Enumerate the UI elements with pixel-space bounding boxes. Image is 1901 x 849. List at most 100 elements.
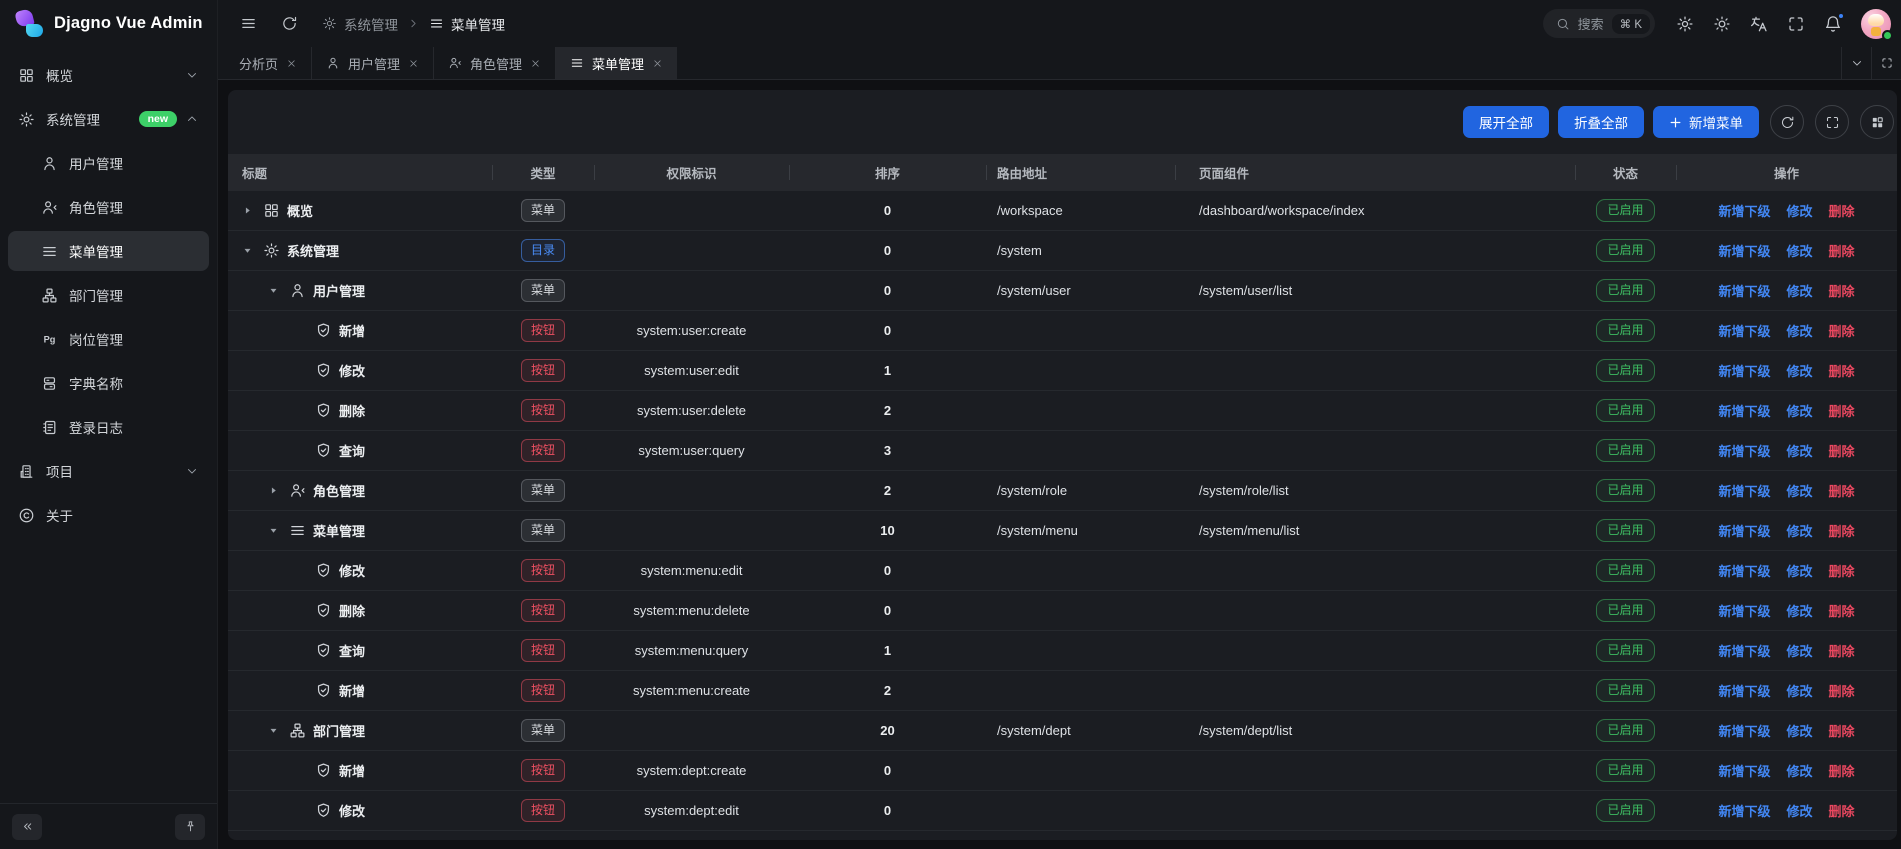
sidebar-item-users[interactable]: 用户管理 (8, 143, 209, 183)
action-add-child[interactable]: 新增下级 (1718, 281, 1770, 300)
action-add-child[interactable]: 新增下级 (1718, 721, 1770, 740)
tab-close-icon[interactable] (408, 58, 419, 69)
content-maximize-button[interactable] (1871, 47, 1901, 79)
sidebar-item-menus[interactable]: 菜单管理 (8, 231, 209, 271)
logo[interactable]: Djagno Vue Admin (0, 0, 217, 47)
expand-toggle-icon[interactable] (268, 285, 279, 296)
action-delete[interactable]: 删除 (1829, 641, 1855, 660)
action-add-child[interactable]: 新增下级 (1718, 401, 1770, 420)
settings-button[interactable] (1676, 15, 1694, 33)
action-edit[interactable]: 修改 (1786, 601, 1812, 620)
sidebar-item-dict[interactable]: 字典名称 (8, 363, 209, 403)
user-avatar[interactable] (1861, 9, 1891, 39)
expand-toggle-icon[interactable] (242, 205, 253, 216)
action-delete[interactable]: 删除 (1829, 441, 1855, 460)
action-edit[interactable]: 修改 (1786, 561, 1812, 580)
tab-close-icon[interactable] (530, 58, 541, 69)
sidebar-item-depts[interactable]: 部门管理 (8, 275, 209, 315)
expand-toggle-icon[interactable] (268, 725, 279, 736)
action-delete[interactable]: 删除 (1829, 561, 1855, 580)
sidebar-item-system[interactable]: 系统管理new (8, 99, 209, 139)
status-badge: 已启用 (1596, 279, 1654, 302)
action-edit[interactable]: 修改 (1786, 801, 1812, 820)
column-settings-button[interactable] (1860, 105, 1894, 139)
action-edit[interactable]: 修改 (1786, 361, 1812, 380)
action-add-child[interactable]: 新增下级 (1718, 521, 1770, 540)
action-delete[interactable]: 删除 (1829, 681, 1855, 700)
tab-1[interactable]: 用户管理 (312, 47, 434, 79)
collapse-all-button[interactable]: 折叠全部 (1558, 106, 1644, 138)
expand-toggle-icon[interactable] (268, 485, 279, 496)
language-button[interactable] (1750, 15, 1768, 33)
action-delete[interactable]: 删除 (1829, 321, 1855, 340)
action-edit[interactable]: 修改 (1786, 521, 1812, 540)
action-delete[interactable]: 删除 (1829, 201, 1855, 220)
tab-2[interactable]: 角色管理 (434, 47, 556, 79)
action-add-child[interactable]: 新增下级 (1718, 241, 1770, 260)
tab-close-icon[interactable] (286, 58, 297, 69)
expand-toggle-icon[interactable] (268, 525, 279, 536)
add-menu-button[interactable]: 新增菜单 (1653, 106, 1759, 138)
action-add-child[interactable]: 新增下级 (1718, 441, 1770, 460)
sidebar-submenu-system: 用户管理角色管理菜单管理部门管理岗位管理字典名称登录日志 (0, 143, 217, 447)
action-edit[interactable]: 修改 (1786, 441, 1812, 460)
action-edit[interactable]: 修改 (1786, 241, 1812, 260)
sidebar-item-overview[interactable]: 概览 (8, 55, 209, 95)
sidebar-pin-button[interactable] (175, 814, 205, 840)
action-add-child[interactable]: 新增下级 (1718, 641, 1770, 660)
action-add-child[interactable]: 新增下级 (1718, 481, 1770, 500)
sidebar-item-label: 登录日志 (69, 417, 123, 437)
action-delete[interactable]: 删除 (1829, 521, 1855, 540)
sidebar-collapse-button[interactable] (12, 814, 42, 840)
expand-toggle-icon[interactable] (242, 245, 253, 256)
action-delete[interactable]: 删除 (1829, 801, 1855, 820)
action-delete[interactable]: 删除 (1829, 601, 1855, 620)
expand-all-button[interactable]: 展开全部 (1463, 106, 1549, 138)
action-delete[interactable]: 删除 (1829, 761, 1855, 780)
action-add-child[interactable]: 新增下级 (1718, 601, 1770, 620)
table-refresh-button[interactable] (1770, 105, 1804, 139)
table-fullscreen-button[interactable] (1815, 105, 1849, 139)
action-add-child[interactable]: 新增下级 (1718, 321, 1770, 340)
notifications-button[interactable] (1824, 15, 1842, 33)
tab-0[interactable]: 分析页 (225, 47, 312, 79)
action-delete[interactable]: 删除 (1829, 401, 1855, 420)
page-refresh-button[interactable] (281, 15, 298, 32)
global-search[interactable]: 搜索 ⌘ K (1543, 9, 1655, 38)
action-delete[interactable]: 删除 (1829, 361, 1855, 380)
action-add-child[interactable]: 新增下级 (1718, 681, 1770, 700)
action-delete[interactable]: 删除 (1829, 241, 1855, 260)
row-title: 修改 (339, 561, 365, 580)
action-edit[interactable]: 修改 (1786, 481, 1812, 500)
action-add-child[interactable]: 新增下级 (1718, 561, 1770, 580)
sidebar-item-posts[interactable]: 岗位管理 (8, 319, 209, 359)
action-edit[interactable]: 修改 (1786, 761, 1812, 780)
action-add-child[interactable]: 新增下级 (1718, 201, 1770, 220)
action-edit[interactable]: 修改 (1786, 681, 1812, 700)
action-delete[interactable]: 删除 (1829, 281, 1855, 300)
action-add-child[interactable]: 新增下级 (1718, 801, 1770, 820)
breadcrumb-item-menus[interactable]: 菜单管理 (429, 14, 505, 34)
shield-icon (315, 802, 332, 819)
tab-close-icon[interactable] (652, 58, 663, 69)
action-edit[interactable]: 修改 (1786, 281, 1812, 300)
action-edit[interactable]: 修改 (1786, 641, 1812, 660)
sidebar-item-roles[interactable]: 角色管理 (8, 187, 209, 227)
fullscreen-button[interactable] (1787, 15, 1805, 33)
action-edit[interactable]: 修改 (1786, 201, 1812, 220)
tab-3[interactable]: 菜单管理 (556, 47, 677, 79)
theme-toggle-button[interactable] (1713, 15, 1731, 33)
tab-list-dropdown-button[interactable] (1841, 47, 1871, 79)
action-add-child[interactable]: 新增下级 (1718, 361, 1770, 380)
action-edit[interactable]: 修改 (1786, 721, 1812, 740)
action-edit[interactable]: 修改 (1786, 401, 1812, 420)
action-add-child[interactable]: 新增下级 (1718, 761, 1770, 780)
sidebar-item-login-log[interactable]: 登录日志 (8, 407, 209, 447)
breadcrumb-item-system[interactable]: 系统管理 (322, 14, 398, 34)
action-delete[interactable]: 删除 (1829, 481, 1855, 500)
sidebar-item-about[interactable]: 关于 (8, 495, 209, 535)
action-edit[interactable]: 修改 (1786, 321, 1812, 340)
action-delete[interactable]: 删除 (1829, 721, 1855, 740)
sidebar-toggle-button[interactable] (240, 15, 257, 32)
sidebar-item-project[interactable]: 项目 (8, 451, 209, 491)
